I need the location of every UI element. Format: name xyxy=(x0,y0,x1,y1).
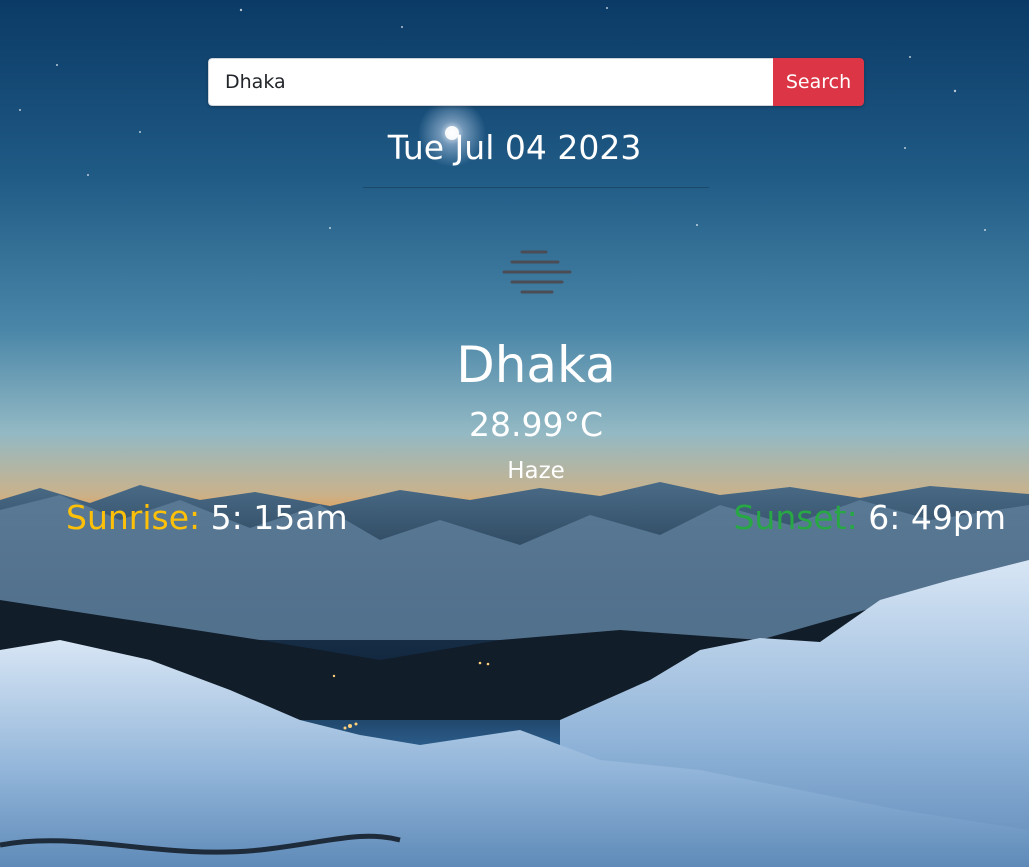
search-bar: Search xyxy=(208,58,864,106)
weather-condition: Haze xyxy=(507,458,565,484)
sunrise-time: 5: 15am xyxy=(210,498,348,537)
haze-icon xyxy=(502,250,572,294)
temperature: 28.99°C xyxy=(468,405,603,444)
sunset-label: Sunset: xyxy=(733,498,858,537)
sunset-time: 6: 49pm xyxy=(868,498,1006,537)
city-search-input[interactable] xyxy=(208,58,773,106)
sunrise-label: Sunrise: xyxy=(66,498,201,537)
sunset-info: Sunset: 6: 49pm xyxy=(733,498,1006,537)
weather-page: Search Tue Jul 04 2023 Dhaka 28.99°C Haz… xyxy=(0,0,1029,867)
divider xyxy=(363,187,709,188)
search-button[interactable]: Search xyxy=(773,58,864,106)
current-date: Tue Jul 04 2023 xyxy=(387,128,642,167)
city-name: Dhaka xyxy=(456,336,616,394)
sunrise-info: Sunrise: 5: 15am xyxy=(66,498,348,537)
